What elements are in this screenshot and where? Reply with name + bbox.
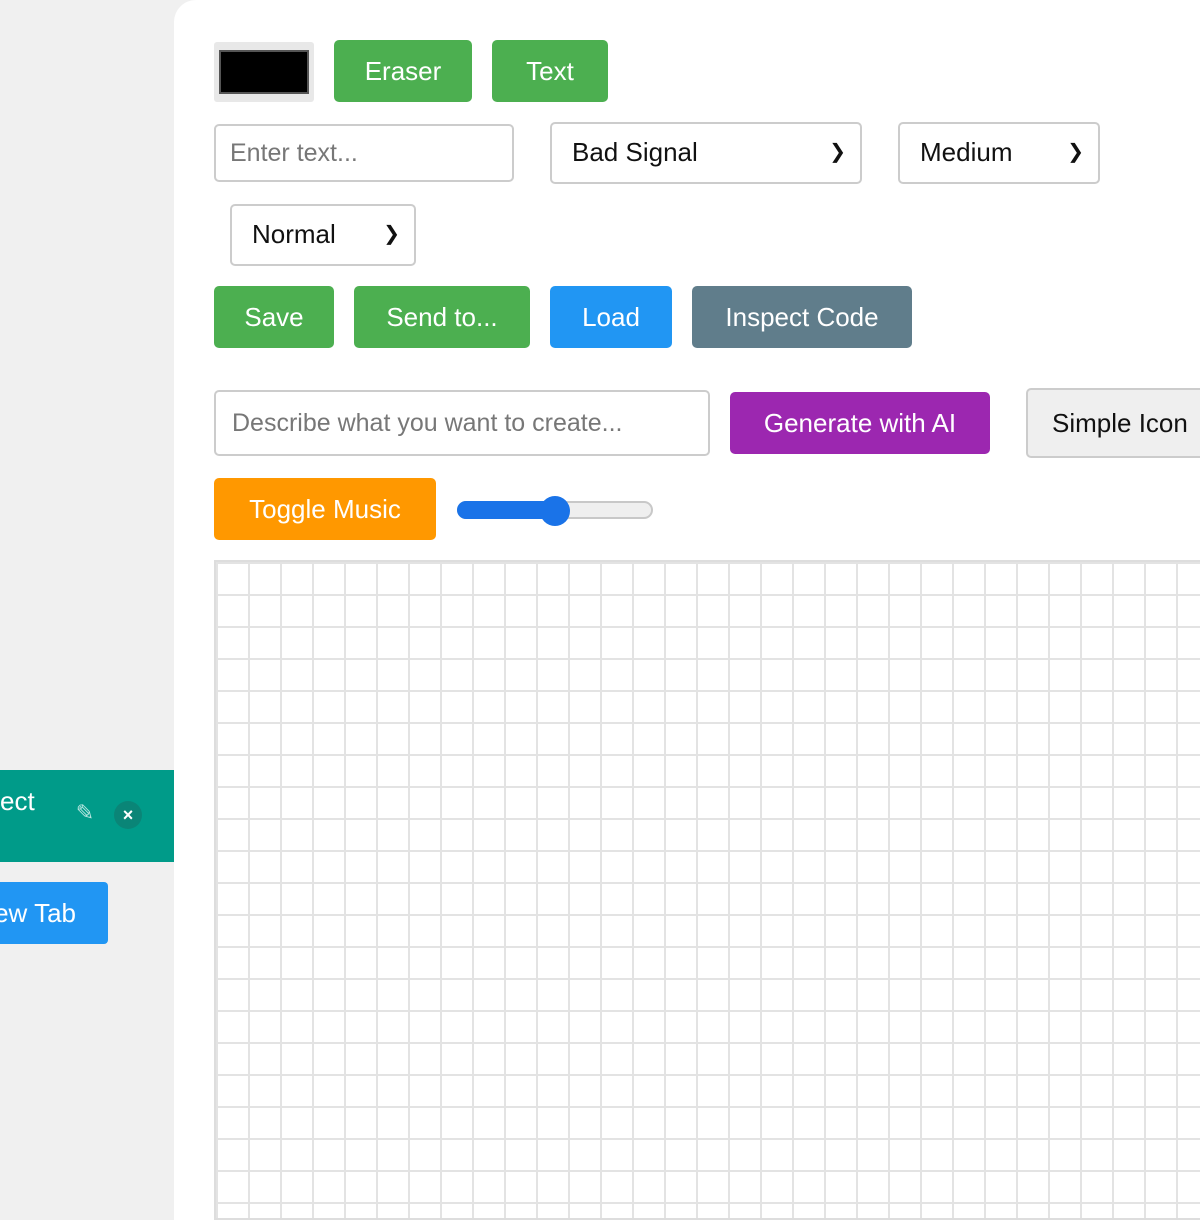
new-tab-button[interactable]: ew Tab bbox=[0, 882, 108, 944]
color-picker[interactable] bbox=[214, 42, 314, 102]
chevron-down-icon: ❯ bbox=[383, 223, 400, 245]
close-icon[interactable]: × bbox=[114, 801, 142, 829]
simple-icon-button[interactable]: Simple Icon bbox=[1026, 388, 1200, 458]
load-button[interactable]: Load bbox=[550, 286, 672, 348]
generate-ai-button[interactable]: Generate with AI bbox=[730, 392, 990, 454]
send-to-button[interactable]: Send to... bbox=[354, 286, 530, 348]
chevron-down-icon: ❯ bbox=[829, 141, 846, 163]
text-input[interactable] bbox=[214, 124, 514, 182]
text-tool-button[interactable]: Text bbox=[492, 40, 608, 102]
toggle-music-button[interactable]: Toggle Music bbox=[214, 478, 436, 540]
ai-prompt-input[interactable] bbox=[214, 390, 710, 456]
inspect-code-button[interactable]: Inspect Code bbox=[692, 286, 912, 348]
volume-slider[interactable] bbox=[457, 496, 655, 526]
tab-label: ect bbox=[0, 786, 35, 816]
font-select[interactable]: Bad Signal ❯ bbox=[550, 122, 862, 184]
style-select[interactable]: Normal ❯ bbox=[230, 204, 416, 266]
drawing-canvas[interactable] bbox=[214, 560, 1200, 1220]
tab-active-project[interactable]: ect ✎ × bbox=[0, 770, 174, 862]
slider-thumb[interactable] bbox=[540, 496, 570, 526]
chevron-down-icon: ❯ bbox=[1067, 141, 1084, 163]
editor-panel: Eraser Text Bad Signal ❯ Medium ❯ Normal… bbox=[174, 0, 1200, 1220]
font-select-value: Bad Signal bbox=[572, 137, 698, 167]
color-swatch bbox=[219, 50, 309, 94]
sidebar: ect ✎ × ew Tab bbox=[0, 0, 174, 1200]
eraser-button[interactable]: Eraser bbox=[334, 40, 472, 102]
size-select-value: Medium bbox=[920, 137, 1013, 167]
save-button[interactable]: Save bbox=[214, 286, 334, 348]
pencil-icon[interactable]: ✎ bbox=[72, 800, 98, 826]
style-select-value: Normal bbox=[252, 219, 336, 249]
size-select[interactable]: Medium ❯ bbox=[898, 122, 1100, 184]
